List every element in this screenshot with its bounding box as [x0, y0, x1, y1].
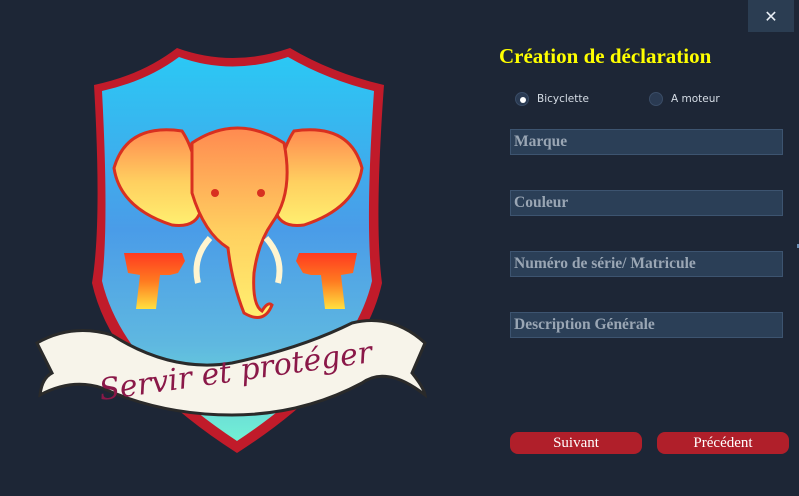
radio-unchecked-icon — [649, 92, 663, 106]
serial-number-field[interactable] — [510, 251, 783, 277]
color-field[interactable] — [510, 190, 783, 216]
close-button[interactable]: ✕ — [748, 0, 794, 32]
radio-bicyclette[interactable]: Bicyclette — [515, 92, 589, 106]
next-button[interactable]: Suivant — [510, 432, 642, 454]
radio-a-moteur-label: A moteur — [671, 93, 720, 105]
police-logo: Servir et protéger — [35, 48, 428, 453]
previous-button[interactable]: Précédent — [657, 432, 789, 454]
brand-field[interactable] — [510, 129, 783, 155]
radio-a-moteur[interactable]: A moteur — [649, 92, 720, 106]
radio-checked-icon — [515, 92, 529, 106]
radio-bicyclette-label: Bicyclette — [537, 93, 589, 105]
form-title: Création de déclaration — [499, 44, 712, 68]
description-field[interactable] — [510, 312, 783, 338]
close-icon: ✕ — [764, 6, 778, 26]
